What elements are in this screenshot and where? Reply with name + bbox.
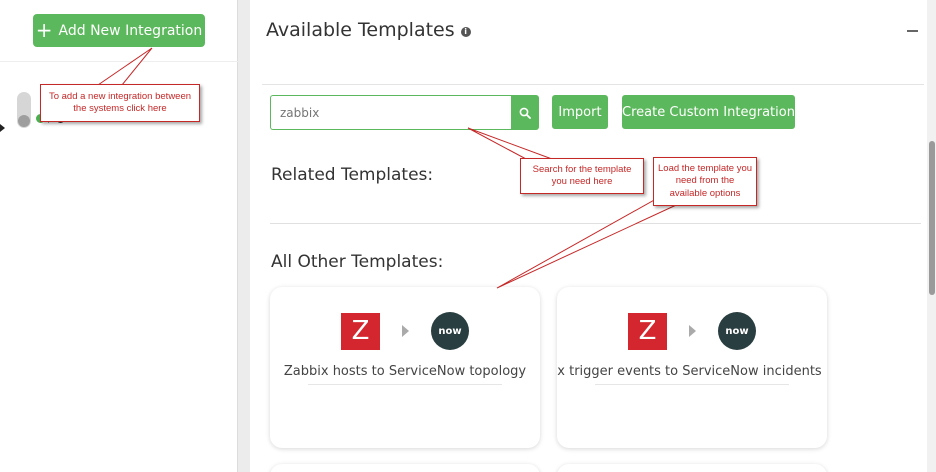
related-templates-heading: Related Templates: <box>271 165 434 185</box>
template-card-label: Zabbix trigger events to ServiceNow inci… <box>557 364 822 379</box>
servicenow-logo-icon: now <box>718 312 756 350</box>
minus-icon[interactable] <box>907 30 918 32</box>
available-templates-panel: Available Templates i Import Create Cust… <box>250 0 936 472</box>
panel-divider <box>262 84 924 85</box>
load-template-annotation: Load the template you need from the avai… <box>653 157 757 206</box>
arrow-right-icon <box>689 325 696 337</box>
search-icon <box>519 107 531 119</box>
collapse-handle-icon[interactable] <box>0 124 5 132</box>
template-card-label: Zabbix hosts to ServiceNow topology <box>283 364 527 379</box>
add-integration-annotation: To add a new integration between the sys… <box>40 84 200 122</box>
section-divider <box>270 223 921 224</box>
template-card[interactable] <box>270 464 540 472</box>
scrollbar-thumb[interactable] <box>929 141 935 295</box>
zabbix-logo-icon: Z <box>628 312 667 350</box>
panel-title-text: Available Templates <box>266 19 455 41</box>
card-logos: Z now <box>270 312 540 350</box>
info-icon[interactable]: i <box>460 26 471 37</box>
template-search <box>270 95 539 130</box>
plus-icon: + <box>35 17 53 42</box>
sidebar-divider <box>0 61 238 62</box>
integration-toggle[interactable] <box>17 92 31 128</box>
template-card[interactable]: Z now Zabbix hosts to ServiceNow topolog… <box>270 287 540 448</box>
add-new-integration-button[interactable]: + Add New Integration <box>33 14 205 47</box>
panel-title: Available Templates i <box>266 19 471 41</box>
servicenow-logo-icon: now <box>431 312 469 350</box>
card-divider <box>308 384 502 385</box>
create-custom-integration-button[interactable]: Create Custom Integration <box>622 95 795 129</box>
add-new-integration-label: Add New Integration <box>58 22 203 39</box>
card-divider <box>595 384 789 385</box>
template-card[interactable] <box>557 464 827 472</box>
zabbix-logo-icon: Z <box>341 312 380 350</box>
import-button[interactable]: Import <box>552 95 608 129</box>
toggle-knob <box>18 115 30 127</box>
arrow-right-icon <box>402 325 409 337</box>
template-card[interactable]: Z now Zabbix trigger events to ServiceNo… <box>557 287 827 448</box>
all-other-templates-heading: All Other Templates: <box>271 252 444 272</box>
card-logos: Z now <box>557 312 827 350</box>
sidebar: + Add New Integration <box>0 0 238 472</box>
search-button[interactable] <box>511 95 539 130</box>
template-search-input[interactable] <box>270 95 511 130</box>
search-template-annotation: Search for the template you need here <box>520 158 644 194</box>
